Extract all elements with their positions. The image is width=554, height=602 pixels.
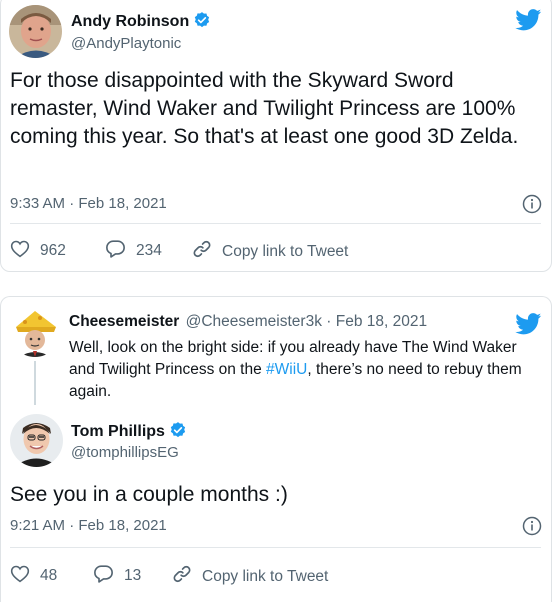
tweet-text: For those disappointed with the Skyward … <box>10 69 519 148</box>
reply-button[interactable]: 234 <box>105 239 162 263</box>
embedded-tweet-card: Andy Robinson @AndyPlaytonic For those d… <box>0 0 552 272</box>
twitter-bird-icon[interactable] <box>515 313 542 340</box>
info-icon[interactable] <box>522 516 542 541</box>
quoted-author-name[interactable]: Cheesemeister @Cheesemeister3k · Feb 18,… <box>69 313 427 331</box>
verified-badge-icon <box>169 421 187 444</box>
heart-icon <box>10 239 40 263</box>
like-button[interactable]: 48 <box>10 564 57 588</box>
copy-link-button[interactable]: Copy link to Tweet <box>172 564 328 589</box>
reply-count: 234 <box>136 242 162 259</box>
divider <box>10 547 541 548</box>
reply-button[interactable]: 13 <box>93 564 141 588</box>
like-button[interactable]: 962 <box>10 239 66 263</box>
twitter-bird-icon[interactable] <box>515 9 542 36</box>
author-name-text[interactable]: Andy Robinson <box>71 13 189 30</box>
author-name[interactable]: Andy Robinson <box>71 11 211 34</box>
heart-icon <box>10 564 40 588</box>
quoted-author-handle[interactable]: @Cheesemeister3k · Feb 18, 2021 <box>186 313 427 330</box>
tweet-timestamp[interactable]: 9:21 AM · Feb 18, 2021 <box>10 517 167 534</box>
author-name[interactable]: Tom Phillips <box>71 421 187 444</box>
quoted-author-name-text[interactable]: Cheesemeister <box>69 313 179 330</box>
reply-thread-line <box>34 361 36 405</box>
hashtag-link[interactable]: #WiiU <box>266 361 307 378</box>
avatar[interactable] <box>10 414 63 467</box>
reply-count: 13 <box>124 567 142 584</box>
avatar[interactable] <box>9 5 62 58</box>
author-handle[interactable]: @tomphillipsEG <box>71 444 179 461</box>
verified-badge-icon <box>193 11 211 34</box>
divider <box>10 223 541 224</box>
reply-icon <box>93 564 124 588</box>
tweet-timestamp[interactable]: 9:33 AM · Feb 18, 2021 <box>10 195 167 212</box>
copy-link-label: Copy link to Tweet <box>222 242 349 260</box>
like-count: 48 <box>40 567 58 584</box>
avatar[interactable] <box>10 307 60 357</box>
copy-link-button[interactable]: Copy link to Tweet <box>192 239 348 264</box>
embedded-tweet-card: Cheesemeister @Cheesemeister3k · Feb 18,… <box>0 296 552 602</box>
reply-icon <box>105 239 136 263</box>
info-icon[interactable] <box>522 194 542 219</box>
author-handle[interactable]: @AndyPlaytonic <box>71 35 181 52</box>
tweet-text: See you in a couple months :) <box>10 483 288 506</box>
copy-link-label: Copy link to Tweet <box>202 567 329 585</box>
link-icon <box>172 564 202 589</box>
quoted-tweet-text: Well, look on the bright side: if you al… <box>69 337 531 403</box>
author-name-text[interactable]: Tom Phillips <box>71 423 165 440</box>
link-icon <box>192 239 222 264</box>
like-count: 962 <box>40 242 66 259</box>
